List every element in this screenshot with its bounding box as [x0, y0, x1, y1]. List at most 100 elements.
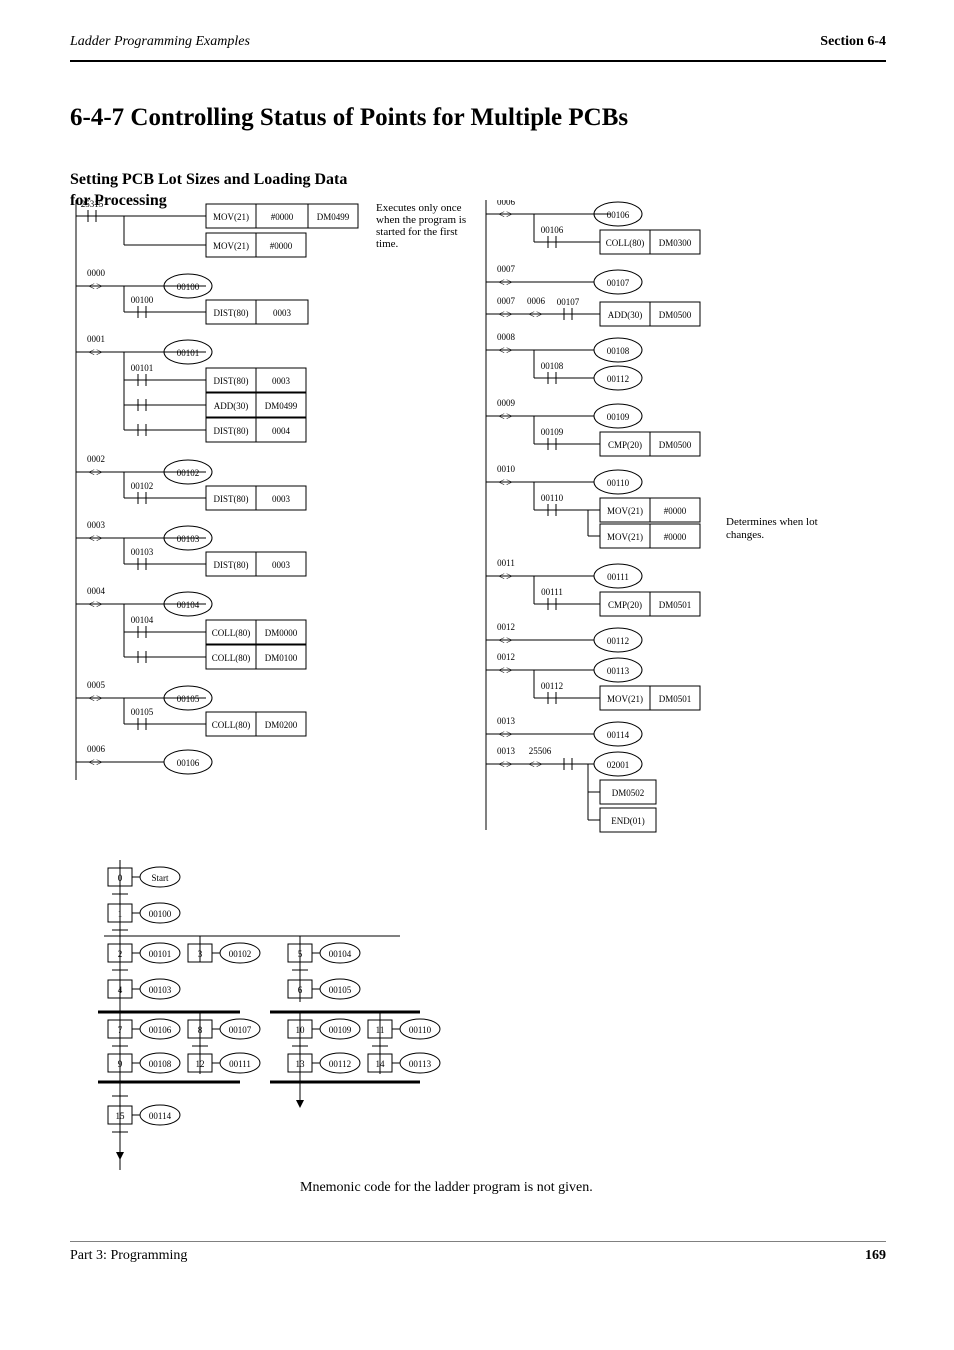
- svg-text:00108: 00108: [149, 1059, 172, 1069]
- svg-text:00103: 00103: [131, 547, 154, 557]
- svg-text:4: 4: [118, 985, 123, 995]
- svg-text:>: >: [506, 663, 513, 677]
- svg-text:<: <: [528, 757, 535, 771]
- svg-text:00111: 00111: [229, 1059, 251, 1069]
- svg-text:00114: 00114: [607, 730, 630, 740]
- svg-text:<: <: [498, 663, 505, 677]
- svg-text:6: 6: [298, 985, 303, 995]
- svg-text:0003: 0003: [273, 308, 292, 318]
- svg-text:>: >: [506, 207, 513, 221]
- svg-text:15: 15: [116, 1111, 126, 1121]
- svg-text:11: 11: [376, 1025, 385, 1035]
- svg-text:0004: 0004: [87, 586, 106, 596]
- svg-text:COLL(80): COLL(80): [212, 720, 251, 730]
- svg-text:00106: 00106: [607, 210, 630, 220]
- svg-text:0: 0: [118, 873, 123, 883]
- svg-text:<: <: [498, 409, 505, 423]
- svg-text:DM0499: DM0499: [265, 401, 298, 411]
- svg-text:1: 1: [118, 909, 123, 919]
- page-title: 6-4-7 Controlling Status of Points for M…: [70, 104, 628, 132]
- svg-text:<: <: [498, 475, 505, 489]
- svg-text:<: <: [88, 465, 95, 479]
- svg-text:>: >: [96, 597, 103, 611]
- svg-text:25506: 25506: [529, 746, 552, 756]
- svg-text:00112: 00112: [541, 681, 563, 691]
- svg-text:00101: 00101: [177, 348, 200, 358]
- svg-text:00103: 00103: [149, 985, 172, 995]
- svg-text:DM0499: DM0499: [317, 212, 350, 222]
- svg-text:<: <: [88, 345, 95, 359]
- svg-text:>: >: [96, 755, 103, 769]
- svg-text:ADD(30): ADD(30): [214, 401, 249, 411]
- svg-text:Start: Start: [152, 873, 169, 883]
- svg-text:>: >: [96, 465, 103, 479]
- svg-text:00107: 00107: [557, 297, 580, 307]
- svg-text:COLL(80): COLL(80): [212, 628, 251, 638]
- svg-text:<: <: [88, 755, 95, 769]
- svg-text:<: <: [498, 343, 505, 357]
- svg-text:CMP(20): CMP(20): [608, 440, 642, 450]
- svg-text:<: <: [498, 307, 505, 321]
- svg-text:DM0500: DM0500: [659, 440, 692, 450]
- svg-text:25315: 25315: [81, 200, 104, 209]
- svg-text:0000: 0000: [87, 268, 106, 278]
- svg-text:12: 12: [196, 1059, 205, 1069]
- svg-text:DIST(80): DIST(80): [214, 308, 249, 318]
- svg-text:#0000: #0000: [270, 241, 293, 251]
- svg-text:0007: 0007: [497, 296, 516, 306]
- svg-text:<: <: [88, 597, 95, 611]
- svg-text:13: 13: [296, 1059, 306, 1069]
- svg-text:>: >: [506, 569, 513, 583]
- svg-text:<: <: [498, 275, 505, 289]
- svg-text:0003: 0003: [87, 520, 106, 530]
- svg-text:00107: 00107: [229, 1025, 252, 1035]
- svg-text:>: >: [506, 343, 513, 357]
- ladder-left: 25315 MOV(21) #0000 DM0499 MOV(21) #0000…: [68, 200, 388, 785]
- header-left: Ladder Programming Examples: [70, 34, 250, 50]
- mnemonic-note: Mnemonic code for the ladder program is …: [300, 1180, 593, 1196]
- svg-text:00108: 00108: [607, 346, 630, 356]
- svg-text:DM0502: DM0502: [612, 788, 645, 798]
- svg-text:9: 9: [118, 1059, 123, 1069]
- svg-text:>: >: [506, 307, 513, 321]
- svg-text:0002: 0002: [87, 454, 105, 464]
- svg-text:DIST(80): DIST(80): [214, 376, 249, 386]
- svg-text:00100: 00100: [177, 282, 200, 292]
- sfc-diagram: 0 Start 1 00100 2 001: [80, 860, 500, 1180]
- svg-text:00114: 00114: [149, 1111, 172, 1121]
- comment-1: Executes only once when the program is s…: [376, 202, 470, 250]
- svg-text:>: >: [506, 475, 513, 489]
- svg-text:0011: 0011: [497, 558, 515, 568]
- svg-text:>: >: [506, 633, 513, 647]
- svg-text:DM0300: DM0300: [659, 238, 692, 248]
- svg-text:00110: 00110: [607, 478, 630, 488]
- svg-text:0004: 0004: [272, 426, 291, 436]
- svg-text:00111: 00111: [541, 587, 563, 597]
- svg-text:>: >: [536, 757, 543, 771]
- svg-text:00106: 00106: [149, 1025, 172, 1035]
- svg-text:0006: 0006: [87, 744, 106, 754]
- footer-left: Part 3: Programming: [70, 1248, 187, 1264]
- svg-text:00104: 00104: [329, 949, 352, 959]
- svg-text:>: >: [506, 727, 513, 741]
- svg-text:DIST(80): DIST(80): [214, 426, 249, 436]
- svg-text:#0000: #0000: [664, 532, 687, 542]
- svg-text:0012: 0012: [497, 652, 515, 662]
- svg-text:0006: 0006: [527, 296, 546, 306]
- svg-text:>: >: [536, 307, 543, 321]
- svg-text:<: <: [88, 691, 95, 705]
- svg-text:MOV(21): MOV(21): [213, 212, 249, 222]
- svg-text:COLL(80): COLL(80): [606, 238, 645, 248]
- svg-text:ADD(30): ADD(30): [608, 310, 643, 320]
- svg-text:<: <: [498, 633, 505, 647]
- svg-text:DM0200: DM0200: [265, 720, 298, 730]
- svg-text:0010: 0010: [497, 464, 516, 474]
- svg-text:00103: 00103: [177, 534, 200, 544]
- svg-text:#0000: #0000: [664, 506, 687, 516]
- svg-text:>: >: [96, 531, 103, 545]
- svg-text:0006: 0006: [497, 200, 516, 207]
- svg-text:<: <: [528, 307, 535, 321]
- svg-text:0003: 0003: [272, 376, 291, 386]
- svg-text:00101: 00101: [131, 363, 154, 373]
- svg-text:00102: 00102: [177, 468, 200, 478]
